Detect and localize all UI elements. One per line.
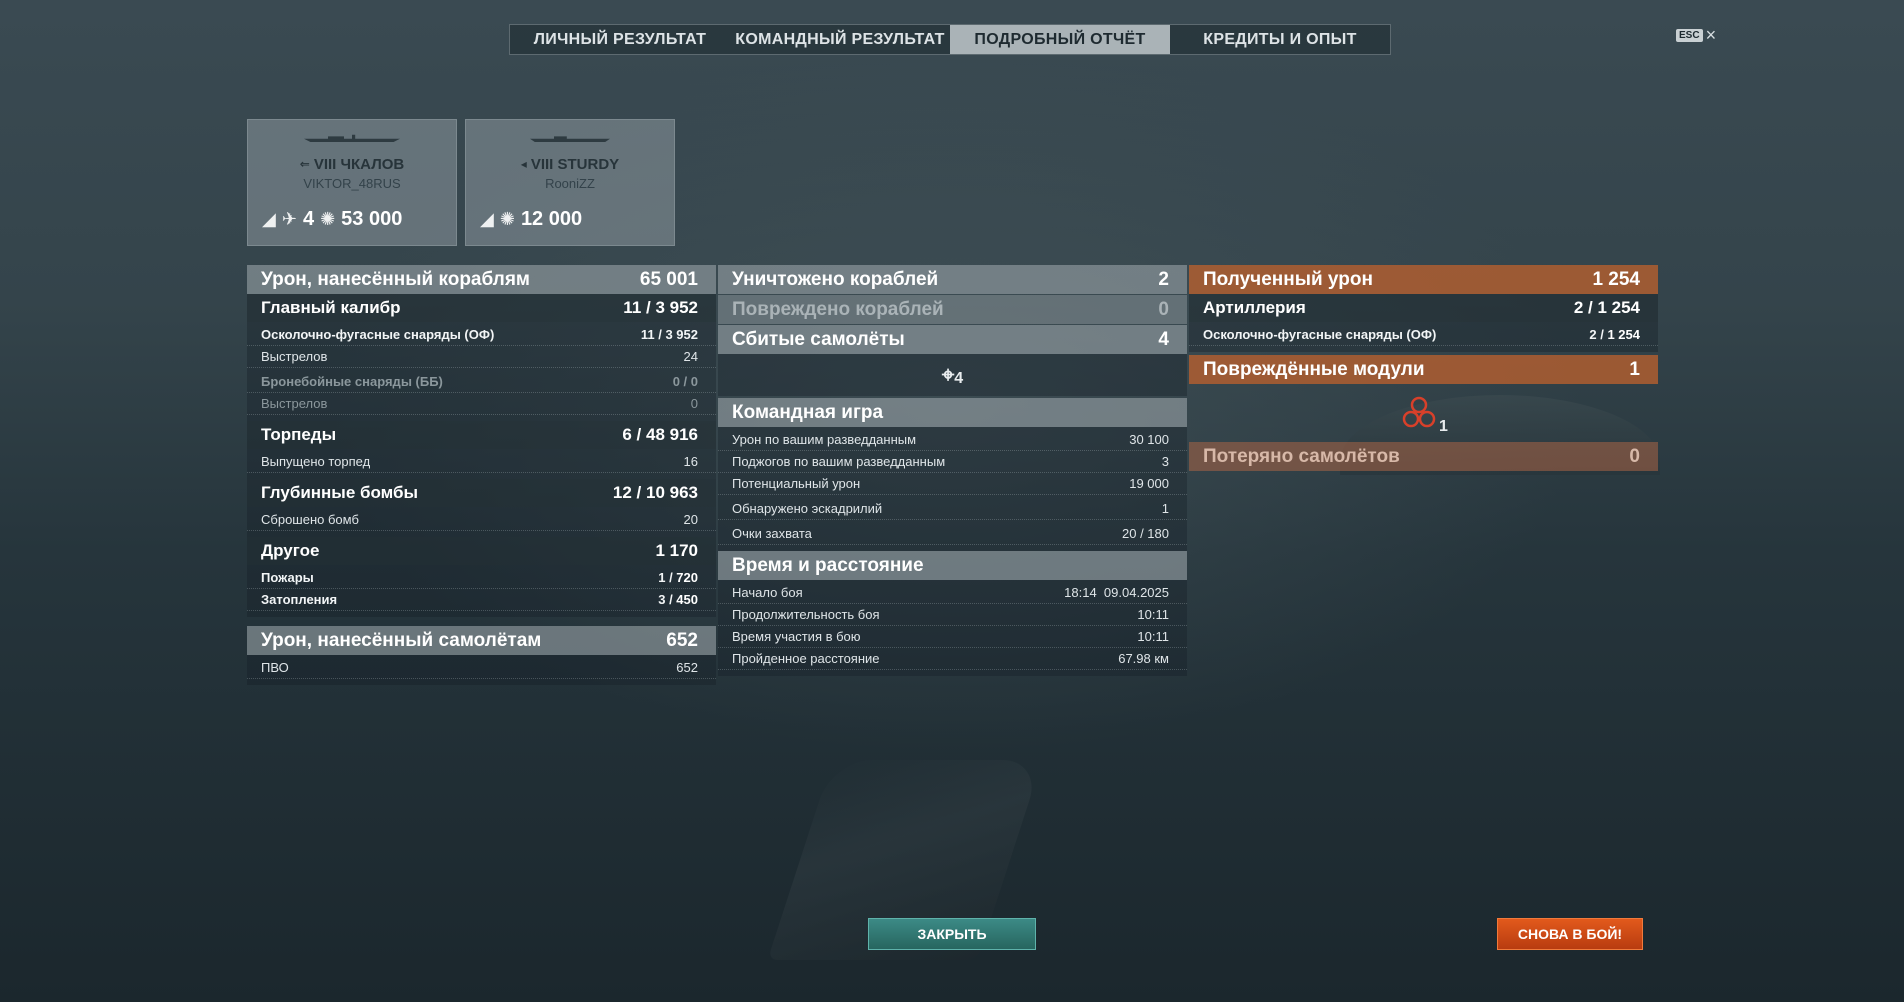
planes-lost-header: Потеряно самолётов 0 <box>1189 442 1658 471</box>
fires-row: Пожары 1 / 720 <box>247 568 716 589</box>
aa-row: ПВО 652 <box>247 658 716 679</box>
battle-again-button[interactable]: СНОВА В БОЙ! <box>1497 918 1643 950</box>
planes-shot-down-header: Сбитые самолёты 4 <box>718 325 1187 354</box>
destroyer-class-icon: ◂ <box>520 157 527 171</box>
spotting-damage-row: Урон по вашим разведданным 30 100 <box>718 430 1187 451</box>
received-damage-header: Полученный урон 1 254 <box>1189 265 1658 294</box>
tab-detailed-report[interactable]: ПОДРОБНЫЙ ОТЧЁТ <box>950 25 1170 54</box>
ap-shells-row: Бронебойные снаряды (ББ) 0 / 0 <box>247 372 716 393</box>
battle-start-row: Начало боя 18:14 09.04.2025 <box>718 583 1187 604</box>
time-distance-header: Время и расстояние <box>718 551 1187 580</box>
other-header: Другое 1 170 <box>247 537 716 565</box>
depth-charges-header: Глубинные бомбы 12 / 10 963 <box>247 479 716 507</box>
ship-card-player[interactable]: ⇐ VIII ЧКАЛОВ VIKTOR_48RUS ◢ ✈ 4 ✺ 53 000 <box>247 119 457 246</box>
he-shots-row: Выстрелов 24 <box>247 347 716 368</box>
main-battery-header: Главный калибр 11 / 3 952 <box>247 294 716 322</box>
planes-destroyed-count: 4 <box>302 208 315 230</box>
squadrons-spotted-row: Обнаружено эскадрилий 1 <box>718 499 1187 520</box>
floods-row: Затопления 3 / 450 <box>247 590 716 611</box>
esc-key-icon: ESC <box>1676 28 1703 42</box>
participation-time-row: Время участия в бою 10:11 <box>718 627 1187 648</box>
carrier-silhouette-icon <box>304 134 400 142</box>
ship-damage-value: 53 000 <box>341 208 403 230</box>
ship-sunk-icon: ◢ <box>262 209 276 229</box>
ship-card-teammate[interactable]: ◂ VIII STURDY RooniZZ ◢ ✺ 12 000 <box>465 119 675 246</box>
damage-received-panel: Полученный урон 1 254 Артиллерия 2 / 1 254… <box>1189 265 1658 471</box>
damaged-modules-header: Повреждённые модули 1 <box>1189 355 1658 384</box>
module-damage-icon <box>1402 396 1436 428</box>
tab-credits-xp[interactable]: КРЕДИТЫ И ОПЫТ <box>1170 25 1390 54</box>
close-icon: × <box>1705 25 1717 45</box>
destroyer-silhouette-icon <box>530 136 610 142</box>
distance-row: Пройденное расстояние 67.98 км <box>718 649 1187 670</box>
player-name: RooniZZ <box>545 176 595 191</box>
tab-bar: ЛИЧНЫЙ РЕЗУЛЬТАТ КОМАНДНЫЙ РЕЗУЛЬТАТ ПОД… <box>509 24 1391 55</box>
close-esc-button[interactable]: ESC × <box>1676 25 1717 45</box>
torpedoes-header: Торпеды 6 / 48 916 <box>247 421 716 449</box>
damage-dealt-panel: Урон, нанесённый кораблям 65 001 Главный … <box>247 265 716 685</box>
damage-icon: ✺ <box>320 209 336 229</box>
he-shells-row: Осколочно-фугасные снаряды (ОФ) 11 / 3 95… <box>247 325 716 346</box>
ship-name: ◂ VIII STURDY <box>520 156 620 173</box>
plane-damage-header: Урон, нанесённый самолётам 652 <box>247 626 716 655</box>
ship-damage-value: 12 000 <box>520 208 583 230</box>
capture-points-row: Очки захвата 20 / 180 <box>718 524 1187 545</box>
spotting-fires-row: Поджогов по вашим разведданным 3 <box>718 452 1187 473</box>
destroyed-ships-header: Уничтожено кораблей 2 <box>718 265 1187 294</box>
damaged-ships-header: Повреждено кораблей 0 <box>718 295 1187 324</box>
ship-damage-header: Урон, нанесённый кораблям 65 001 <box>247 265 716 294</box>
close-button[interactable]: ЗАКРЫТЬ <box>868 918 1036 950</box>
potential-damage-row: Потенциальный урон 19 000 <box>718 474 1187 495</box>
ap-shots-row: Выстрелов 0 <box>247 394 716 415</box>
crosshair-icon: ⌖ <box>941 362 955 387</box>
team-stats-panel: Уничтожено кораблей 2 Повреждено кораблей… <box>718 265 1187 676</box>
teamplay-header: Командная игра <box>718 398 1187 427</box>
planes-destroyed-icon: ✈ <box>281 209 297 229</box>
battle-duration-row: Продолжительность боя 10:11 <box>718 605 1187 626</box>
received-he-row: Осколочно-фугасные снаряды (ОФ) 2 / 1 254 <box>1189 325 1658 346</box>
ship-name: ⇐ VIII ЧКАЛОВ <box>299 156 405 173</box>
player-name: VIKTOR_48RUS <box>303 176 401 191</box>
carrier-class-icon: ⇐ <box>299 157 310 171</box>
bombs-dropped-row: Сброшено бомб 20 <box>247 510 716 531</box>
tab-personal-result[interactable]: ЛИЧНЫЙ РЕЗУЛЬТАТ <box>510 25 730 54</box>
damaged-modules-summary: 1 <box>1189 384 1658 442</box>
damage-icon: ✺ <box>499 209 515 229</box>
planes-shot-down-summary: ⌖ 4 <box>718 354 1187 396</box>
ship-sunk-icon: ◢ <box>480 209 494 229</box>
tab-team-result[interactable]: КОМАНДНЫЙ РЕЗУЛЬТАТ <box>730 25 950 54</box>
torpedoes-fired-row: Выпущено торпед 16 <box>247 452 716 473</box>
artillery-header: Артиллерия 2 / 1 254 <box>1189 294 1658 322</box>
